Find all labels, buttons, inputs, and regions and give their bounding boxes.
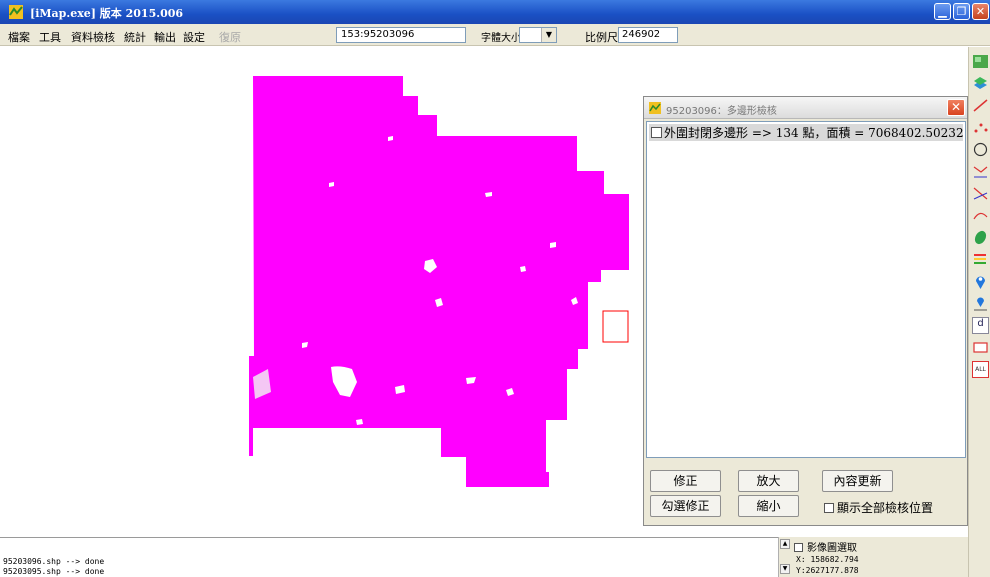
log-line: 95203096.shp --> done [3,557,105,566]
cross-line-icon[interactable] [972,185,989,202]
check-fix-button[interactable]: 勾選修正 [650,495,721,517]
check-results-list[interactable]: 外圍封閉多邊形 => 134 點，面積 = 7068402.50232 [646,121,966,458]
dialog-title: 95203096：多邊形檢核 [666,106,777,117]
menu-data-check[interactable]: 資料檢核 [71,29,115,45]
list-item-text: 外圍封閉多邊形 => 134 點，面積 = 7068402.50232 [664,126,964,140]
menu-settings[interactable]: 設定 [183,29,205,45]
menu-tools[interactable]: 工具 [39,29,61,45]
scroll-up-icon[interactable]: ▲ [780,539,790,549]
log-panel[interactable]: 95203096.shp --> done 95203095.shp --> d… [0,537,778,577]
zoom-in-button[interactable]: 放大 [738,470,799,492]
font-size-label: 字體大小 [481,33,521,44]
title-bar: [iMap.exe] 版本 2015.006 ▁ ❐ ✕ [0,0,990,24]
right-toolbar: d ALL [968,47,990,577]
app-icon [9,5,23,19]
close-button[interactable]: ✕ [972,3,989,20]
show-all-label: 顯示全部檢核位置 [837,501,934,515]
refresh-button[interactable]: 內容更新 [822,470,893,492]
fix-button[interactable]: 修正 [650,470,721,492]
log-line: 95203095.shp --> done [3,567,105,576]
show-all-checkbox[interactable]: 顯示全部檢核位置 [824,499,933,516]
dialog-close-button[interactable]: ✕ [947,99,965,116]
menu-bar: 檔案 工具 資料檢核 統計 輸出 設定 復原 153:95203096 字體大小… [0,24,990,46]
image-select-checkbox[interactable]: 影像圖選取 [794,539,857,554]
menu-undo[interactable]: 復原 [219,29,241,45]
chevron-down-icon[interactable]: ▼ [541,28,556,42]
curve-icon[interactable] [972,207,989,224]
layers-icon[interactable] [972,75,989,92]
selection-box [602,310,629,343]
scale-field[interactable]: 246902 [618,27,678,43]
window-title: [iMap.exe] 版本 2015.006 [30,7,184,20]
list-item-checkbox[interactable] [651,127,662,138]
status-panel: 影像圖選取 X: 158682.794 Y:2627177.878 [790,537,968,577]
shape-icon[interactable] [972,229,989,246]
scale-label: 比例尺 [585,31,618,44]
minimize-button[interactable]: ▁ [934,3,951,20]
image-select-box[interactable] [794,543,803,552]
distance-icon[interactable]: d [972,317,989,334]
zoom-out-button[interactable]: 縮小 [738,495,799,517]
polyline-icon[interactable] [972,163,989,180]
maximize-button[interactable]: ❐ [953,3,970,20]
dialog-title-bar: 95203096：多邊形檢核 ✕ [644,97,967,119]
log-scrollbar[interactable]: ▲ ▼ [778,537,790,577]
image-select-label: 影像圖選取 [807,543,857,554]
all-icon[interactable]: ALL [972,361,989,378]
points-icon[interactable] [972,119,989,136]
pin-icon[interactable] [972,273,989,290]
x-coordinate: X: 158682.794 [796,555,859,564]
rectangle-icon[interactable] [972,339,989,356]
dialog-app-icon [649,102,661,114]
legend-icon[interactable] [972,251,989,268]
menu-export[interactable]: 輸出 [154,29,176,45]
show-all-box[interactable] [824,503,834,513]
scroll-down-icon[interactable]: ▼ [780,564,790,574]
line-icon[interactable] [972,97,989,114]
circle-icon[interactable] [972,141,989,158]
y-coordinate: Y:2627177.878 [796,566,859,575]
polygon-check-dialog: 95203096：多邊形檢核 ✕ 外圍封閉多邊形 => 134 點，面積 = 7… [643,96,968,526]
parcel-polygon[interactable] [249,76,629,487]
font-size-select[interactable]: ▼ [519,27,557,43]
pin-list-icon[interactable] [972,295,989,312]
menu-statistics[interactable]: 統計 [124,29,146,45]
menu-file[interactable]: 檔案 [8,29,30,45]
feature-id-field[interactable]: 153:95203096 [336,27,466,43]
list-item[interactable]: 外圍封閉多邊形 => 134 點，面積 = 7068402.50232 [649,124,964,141]
image-icon[interactable] [972,53,989,70]
